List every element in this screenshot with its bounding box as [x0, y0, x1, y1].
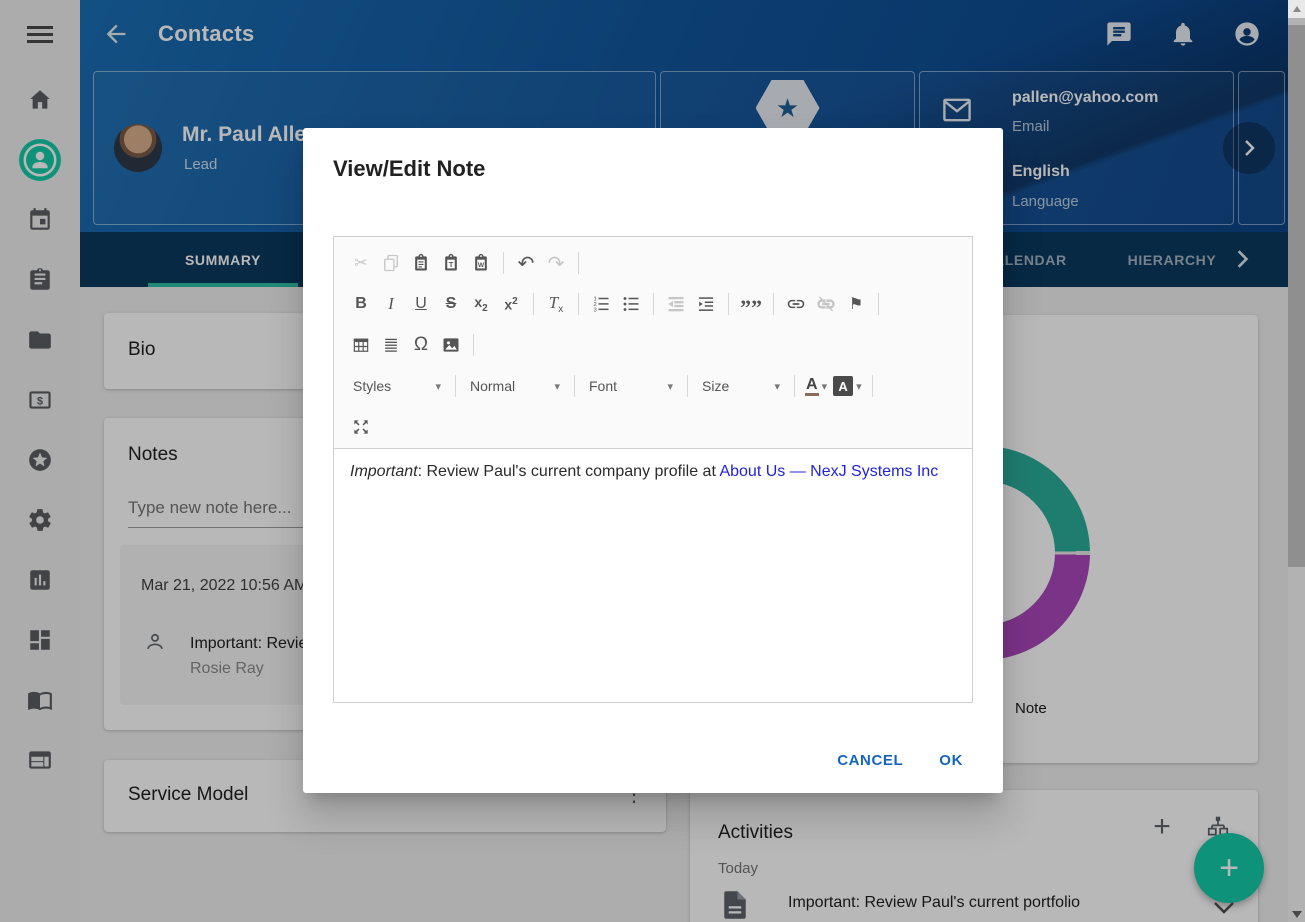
bulleted-list-button[interactable] [616, 289, 646, 319]
size-dropdown-label: Size [702, 378, 729, 394]
dialog-title: View/Edit Note [333, 156, 485, 182]
redo-button[interactable]: ↷ [541, 248, 571, 278]
image-icon [441, 335, 461, 355]
underline-icon: U [415, 295, 427, 313]
note-body-text: : Review Paul's current company profile … [418, 463, 720, 480]
ok-button[interactable]: OK [921, 742, 981, 779]
scrollbar-down-button[interactable] [1288, 911, 1305, 918]
insert-image-button[interactable] [436, 330, 466, 360]
remove-format-button[interactable]: Tx [541, 289, 571, 319]
chevron-down-icon: ▾ [554, 380, 560, 393]
table-icon [351, 335, 371, 355]
background-color-button[interactable]: A ▾ [833, 376, 862, 396]
size-dropdown[interactable]: Size ▾ [695, 371, 787, 401]
copy-button[interactable] [376, 248, 406, 278]
note-body-italic: Important [350, 463, 418, 480]
paste-text-icon: T [441, 253, 461, 273]
triangle-down-icon [1292, 911, 1302, 918]
horizontal-line-button[interactable] [376, 330, 406, 360]
underline-button[interactable]: U [406, 289, 436, 319]
scrollbar-thumb[interactable] [1288, 25, 1305, 567]
quote-icon: ”” [740, 303, 762, 313]
svg-text:3: 3 [594, 308, 597, 314]
strikethrough-button[interactable]: S [436, 289, 466, 319]
styles-dropdown-label: Styles [353, 378, 391, 394]
remove-format-icon: Tx [549, 293, 563, 315]
superscript-button[interactable]: x2 [496, 289, 526, 319]
font-dropdown-label: Font [589, 378, 617, 394]
copy-icon [381, 253, 401, 273]
subscript-icon: x2 [474, 294, 487, 314]
note-body-link[interactable]: About Us — NexJ Systems Inc [719, 463, 938, 480]
horizontal-line-icon [381, 335, 401, 355]
triangle-up-icon [1293, 6, 1301, 12]
indent-icon [696, 294, 716, 314]
chevron-down-icon: ▾ [435, 380, 441, 393]
svg-text:T: T [449, 260, 454, 269]
italic-icon: I [388, 294, 394, 314]
app-screen: $ Contacts [0, 0, 1305, 922]
numbered-list-button[interactable]: 123 [586, 289, 616, 319]
format-dropdown-label: Normal [470, 378, 515, 394]
flag-icon: ⚑ [849, 294, 863, 314]
editor-toolbar: ✂ T W ↶ ↷ [334, 237, 972, 449]
blockquote-button[interactable]: ”” [736, 289, 766, 319]
outdent-icon [666, 294, 686, 314]
cut-icon: ✂ [354, 253, 367, 273]
bulleted-list-icon [621, 294, 641, 314]
redo-icon: ↷ [548, 251, 565, 276]
unlink-icon [816, 294, 836, 314]
unlink-button[interactable] [811, 289, 841, 319]
rich-text-editor: ✂ T W ↶ ↷ [333, 236, 973, 703]
insert-table-button[interactable] [346, 330, 376, 360]
strikethrough-icon: S [446, 295, 457, 313]
decrease-indent-button[interactable] [661, 289, 691, 319]
paragraph-format-dropdown[interactable]: Normal ▾ [463, 371, 567, 401]
bold-icon: B [355, 295, 367, 313]
omega-icon: Ω [414, 334, 428, 356]
styles-dropdown[interactable]: Styles ▾ [346, 371, 448, 401]
svg-text:W: W [478, 262, 485, 269]
paste-icon [411, 253, 431, 273]
bold-button[interactable]: B [346, 289, 376, 319]
scrollbar-up-button[interactable] [1288, 0, 1305, 18]
superscript-icon: x2 [504, 296, 517, 313]
editor-content-area[interactable]: Important: Review Paul's current company… [334, 449, 972, 702]
italic-button[interactable]: I [376, 289, 406, 319]
special-character-button[interactable]: Ω [406, 330, 436, 360]
undo-icon: ↶ [518, 251, 535, 276]
link-button[interactable] [781, 289, 811, 319]
dialog-actions: CANCEL OK [819, 742, 981, 779]
background-color-icon: A [833, 376, 853, 396]
chevron-down-icon: ▾ [667, 380, 673, 393]
paste-button[interactable] [406, 248, 436, 278]
view-edit-note-dialog: View/Edit Note ✂ T W [303, 128, 1003, 793]
anchor-button[interactable]: ⚑ [841, 289, 871, 319]
text-color-button[interactable]: A ▾ [805, 376, 827, 396]
vertical-scrollbar[interactable] [1288, 0, 1305, 922]
undo-button[interactable]: ↶ [511, 248, 541, 278]
paste-as-text-button[interactable]: T [436, 248, 466, 278]
numbered-list-icon: 123 [591, 294, 611, 314]
link-icon [786, 294, 806, 314]
font-dropdown[interactable]: Font ▾ [582, 371, 680, 401]
increase-indent-button[interactable] [691, 289, 721, 319]
subscript-button[interactable]: x2 [466, 289, 496, 319]
maximize-button[interactable] [346, 412, 376, 442]
cancel-button[interactable]: CANCEL [819, 742, 921, 779]
chevron-down-icon: ▾ [856, 380, 862, 393]
paste-from-word-button[interactable]: W [466, 248, 496, 278]
paste-word-icon: W [471, 253, 491, 273]
chevron-down-icon: ▾ [822, 380, 828, 393]
chevron-down-icon: ▾ [774, 380, 780, 393]
text-color-icon: A [805, 376, 819, 396]
maximize-icon [351, 417, 371, 437]
cut-button[interactable]: ✂ [346, 248, 376, 278]
